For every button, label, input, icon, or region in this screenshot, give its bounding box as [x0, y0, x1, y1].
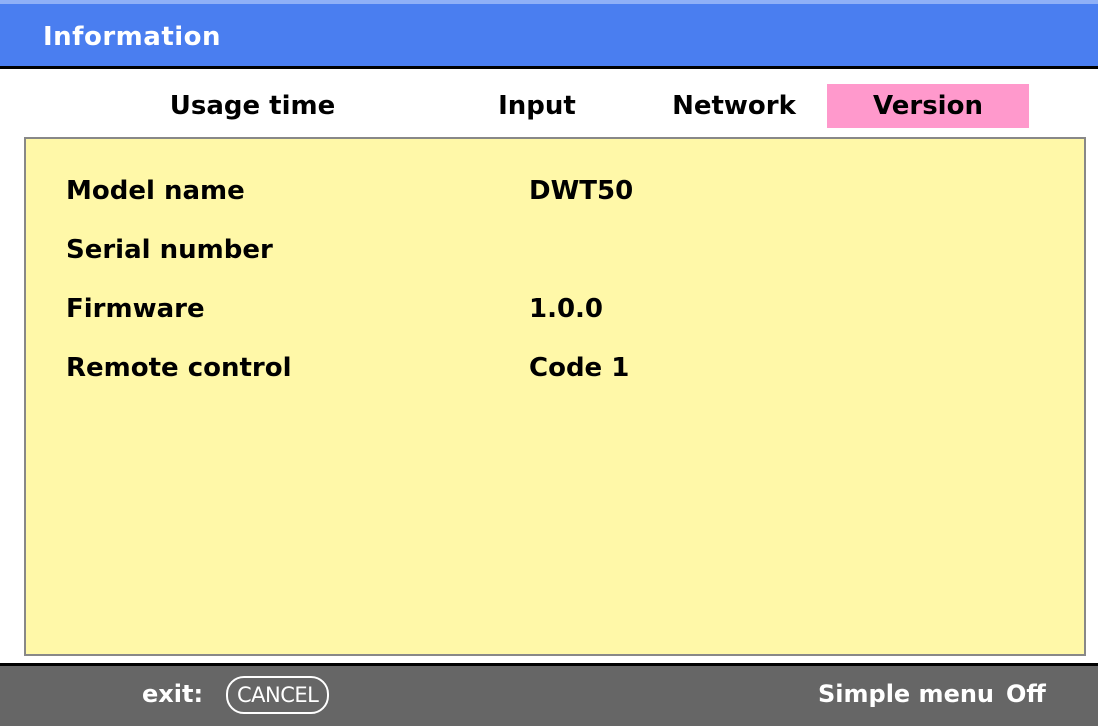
tab-version[interactable]: Version	[827, 84, 1029, 128]
information-window: Information Usage time Input Network Ver…	[0, 0, 1098, 726]
window-title: Information	[43, 22, 222, 52]
tab-bar: Usage time Input Network Version	[0, 84, 1098, 128]
serial-number-label: Serial number	[66, 235, 273, 265]
remote-control-label: Remote control	[66, 353, 292, 383]
model-name-label: Model name	[66, 176, 245, 206]
info-row-serial-number: Serial number	[26, 230, 1084, 270]
cancel-key-button[interactable]: CANCEL	[226, 676, 330, 714]
info-row-model-name: Model name DWT50	[26, 171, 1084, 211]
simple-menu-label: Simple menu	[818, 680, 995, 708]
title-bar: Information	[0, 0, 1098, 66]
firmware-label: Firmware	[66, 294, 205, 324]
tab-usage-time[interactable]: Usage time	[150, 84, 355, 128]
version-info-panel: Model name DWT50 Serial number Firmware …	[24, 137, 1086, 656]
simple-menu-value[interactable]: Off	[1006, 680, 1046, 708]
tab-network[interactable]: Network	[660, 84, 808, 128]
exit-label: exit:	[142, 680, 204, 708]
remote-control-value: Code 1	[529, 353, 630, 383]
title-divider	[0, 66, 1098, 69]
footer-bar: exit: CANCEL Simple menu Off	[0, 666, 1098, 726]
tab-input[interactable]: Input	[482, 84, 592, 128]
firmware-value: 1.0.0	[529, 294, 604, 324]
info-row-remote-control: Remote control Code 1	[26, 348, 1084, 388]
model-name-value: DWT50	[529, 176, 634, 206]
info-row-firmware: Firmware 1.0.0	[26, 289, 1084, 329]
